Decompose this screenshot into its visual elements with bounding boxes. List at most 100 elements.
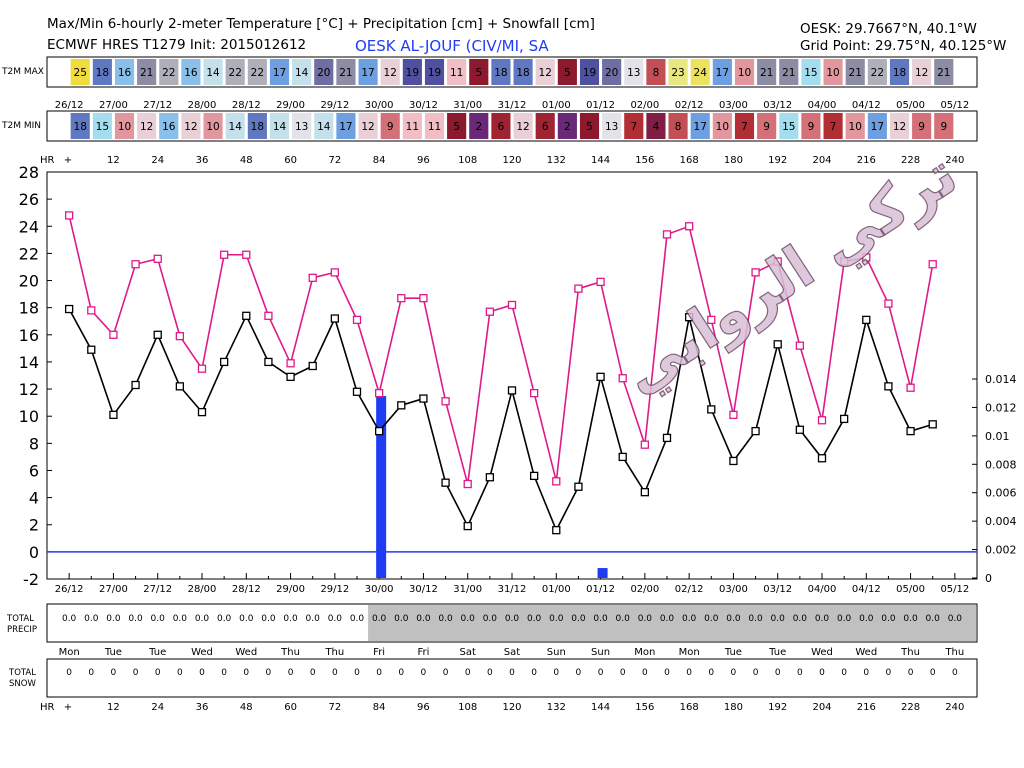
tmin-value: 17 <box>339 121 352 133</box>
tmax-point <box>463 479 472 489</box>
precip-value: 0.0 <box>549 614 564 624</box>
tmin-value: 14 <box>317 121 331 133</box>
y-left-tick-label: 22 <box>19 244 39 263</box>
tmin-value: 2 <box>564 121 571 133</box>
tmin-point <box>596 372 605 382</box>
tmax-value: 17 <box>273 67 286 79</box>
date-label: 01/00 <box>542 100 571 111</box>
tmin-point <box>552 526 561 535</box>
precip-value: 0.0 <box>62 614 77 624</box>
y-left-tick-label: 20 <box>19 272 39 291</box>
y-left-tick-label: 12 <box>19 380 39 399</box>
hr-label: 228 <box>901 702 920 713</box>
date-label: 01/12 <box>586 100 615 111</box>
tmin-point <box>153 330 162 339</box>
day-label: Wed <box>235 647 257 658</box>
date-label: 03/12 <box>763 584 792 595</box>
tmin-point <box>729 456 738 466</box>
date-label: 28/00 <box>188 584 217 595</box>
tmin-value: 17 <box>871 121 884 133</box>
tmax-point <box>817 416 827 425</box>
snow-value: 0 <box>177 668 183 678</box>
tmax-point <box>795 341 805 350</box>
hr-label: 60 <box>284 155 297 166</box>
tmax-value: 23 <box>671 67 684 79</box>
tmax-point <box>552 477 561 486</box>
tmin-value: 10 <box>206 121 219 133</box>
tmin-point <box>242 311 251 320</box>
precip-label-1: TOTAL <box>6 614 34 624</box>
date-label: 27/00 <box>99 100 128 111</box>
tmax-value: 5 <box>475 67 482 79</box>
tmax-value: 20 <box>317 67 330 79</box>
tmax-value: 18 <box>494 67 507 79</box>
tmax-point <box>197 364 207 373</box>
tmin-point <box>795 425 805 434</box>
date-label: 29/12 <box>320 584 349 595</box>
tmin-point <box>862 315 871 325</box>
hr-label: 168 <box>680 155 699 166</box>
hr-label: + <box>64 155 72 166</box>
precip-value: 0.0 <box>461 614 476 624</box>
model-init: ECMWF HRES T1279 Init: 2015012612 <box>47 37 306 53</box>
tmin-point <box>463 521 472 531</box>
snow-value: 0 <box>620 668 626 678</box>
tmax-value: 22 <box>251 67 264 79</box>
precip-value: 0.0 <box>660 614 675 624</box>
precip-value: 0.0 <box>616 614 631 624</box>
tmax-value: 14 <box>295 67 309 79</box>
tmin-point <box>485 473 495 482</box>
hr-label: 192 <box>768 702 787 713</box>
precip-label-2: PRECIP <box>7 625 37 635</box>
snow-value: 0 <box>819 668 825 678</box>
snow-value: 0 <box>243 668 249 678</box>
hr-label: 96 <box>417 702 430 713</box>
hr-label: 144 <box>591 155 610 166</box>
snow-value: 0 <box>111 668 117 678</box>
tmin-point <box>640 488 650 497</box>
date-label: 28/12 <box>232 100 261 111</box>
y-right-tick-label: 0.01 <box>985 430 1010 443</box>
y-right-tick-label: 0.012 <box>985 401 1017 414</box>
snow-strip-frame <box>46 658 978 698</box>
tmax-point <box>906 383 915 392</box>
precip-bar <box>376 396 387 578</box>
tmax-point <box>419 294 428 303</box>
tmax-point <box>884 299 893 308</box>
tmin-value: 10 <box>716 121 729 133</box>
tmin-point <box>330 314 340 323</box>
hr-label: 168 <box>680 702 699 713</box>
y-left-tick-label: 10 <box>19 407 39 426</box>
precip-value: 0.0 <box>903 614 918 624</box>
tmin-value: 16 <box>162 121 176 133</box>
tmin-value: 12 <box>361 121 374 133</box>
tmin-value: 17 <box>694 121 707 133</box>
hr-label: 132 <box>547 702 566 713</box>
hr-label: 156 <box>635 702 654 713</box>
date-row-mid: 26/12 27/00 27/12 28/00 28/12 29/00 29/12 30/00… <box>55 584 970 595</box>
snow-value: 0 <box>509 668 515 678</box>
tmax-point <box>175 332 185 341</box>
y-left-tick-label: 0 <box>29 543 39 562</box>
tmin-point <box>507 386 517 395</box>
day-label: Tue <box>724 647 742 658</box>
tmax-value: 18 <box>96 67 109 79</box>
y-right-tick-label: 0.008 <box>985 458 1017 471</box>
day-label: Fri <box>417 647 429 658</box>
tmin-value: 18 <box>74 121 87 133</box>
y-left-tick-label: 14 <box>19 353 39 372</box>
tmin-point <box>175 382 185 391</box>
day-label: Sat <box>504 647 520 658</box>
date-label: 01/00 <box>542 584 571 595</box>
snow-value: 0 <box>908 668 914 678</box>
tmax-point <box>109 330 118 339</box>
precip-value: 0.0 <box>128 614 143 624</box>
day-label: Thu <box>280 647 300 658</box>
tmax-point <box>219 250 229 259</box>
tmin-value: 12 <box>893 121 906 133</box>
tmax-point <box>529 388 539 398</box>
tmax-value: 11 <box>450 67 463 79</box>
tmax-strip-label: T2M MAX <box>1 67 44 77</box>
tmax-value: 18 <box>893 67 906 79</box>
y-left-tick-label: 24 <box>19 217 39 236</box>
